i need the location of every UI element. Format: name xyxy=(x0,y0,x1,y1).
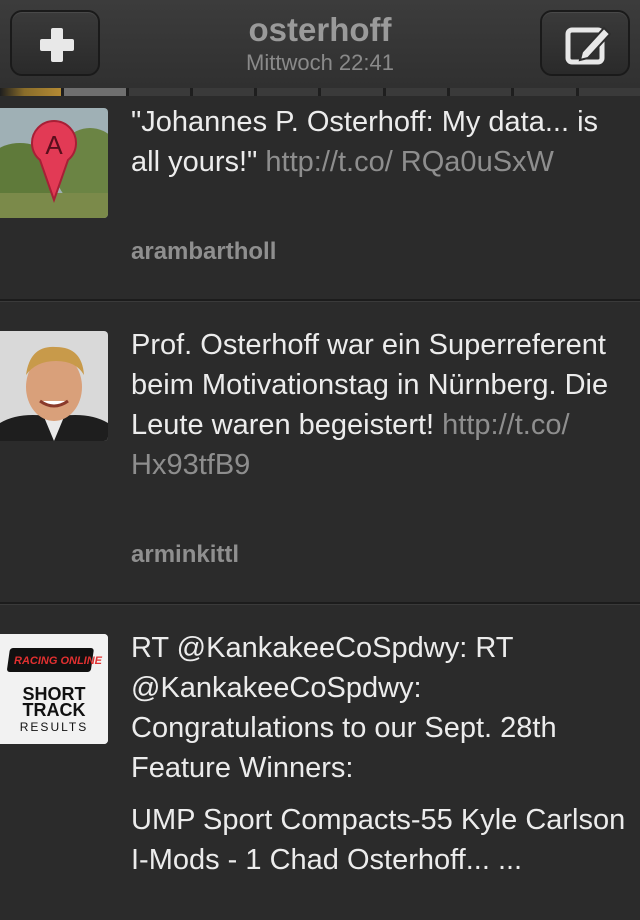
avatar-letter: A xyxy=(45,130,63,160)
tweet-text: "Johannes P. Osterhoff: My data... is al… xyxy=(131,102,631,182)
compose-button[interactable] xyxy=(540,10,630,76)
logo-line2: TRACK xyxy=(23,700,86,720)
tweet-row[interactable]: RACING ONLINE SHORT TRACK RESULTS RT @Ka… xyxy=(0,604,640,920)
short-track-results-logo-image: RACING ONLINE SHORT TRACK RESULTS xyxy=(0,634,108,744)
page-indicator-segment xyxy=(321,88,383,96)
tweet-username[interactable]: arambartholl xyxy=(131,238,276,266)
tweet-body-line: I-Mods - 1 Chad Osterhoff... ... xyxy=(131,844,523,876)
tweet-body: RT @KankakeeCoSpdwy: RT @KankakeeCoSpdwy… xyxy=(131,632,557,784)
short-track-results-logo[interactable]: RACING ONLINE SHORT TRACK RESULTS xyxy=(0,634,108,744)
tweet-text: RT @KankakeeCoSpdwy: RT @KankakeeCoSpdwy… xyxy=(131,628,631,880)
tweet-row[interactable]: A "Johannes P. Osterhoff: My data... is … xyxy=(0,96,640,301)
portrait-avatar[interactable] xyxy=(0,331,108,441)
page-indicator-segment xyxy=(192,88,255,96)
tweet-text: Prof. Osterhoff war ein Superreferent be… xyxy=(131,325,631,485)
portrait-avatar-image xyxy=(0,331,108,441)
tweet-list: A "Johannes P. Osterhoff: My data... is … xyxy=(0,96,640,920)
tweet-username[interactable]: arminkittl xyxy=(131,541,239,569)
page-indicator-segment xyxy=(385,88,448,96)
page-indicator-segment xyxy=(578,88,640,96)
tweet-body-line: UMP Sport Compacts-55 Kyle Carlson xyxy=(131,804,626,836)
map-pin-avatar[interactable]: A xyxy=(0,108,108,218)
tweet-row[interactable]: Prof. Osterhoff war ein Superreferent be… xyxy=(0,301,640,604)
page-indicator xyxy=(0,88,640,96)
page-indicator-segment xyxy=(257,88,319,96)
page-indicator-segment xyxy=(0,88,62,96)
page-indicator-segment xyxy=(128,88,190,96)
page-indicator-segment xyxy=(450,88,512,96)
tweet-link[interactable]: http://t.co/ RQa0uSxW xyxy=(265,146,554,178)
map-pin-avatar-image: A xyxy=(0,108,108,218)
top-bar: osterhoff Mittwoch 22:41 xyxy=(0,0,640,88)
compose-icon xyxy=(565,26,612,65)
page-indicator-segment xyxy=(514,88,576,96)
logo-top-text: RACING ONLINE xyxy=(14,655,103,667)
logo-line3: RESULTS xyxy=(20,720,88,734)
page-indicator-segment-active xyxy=(64,88,126,96)
